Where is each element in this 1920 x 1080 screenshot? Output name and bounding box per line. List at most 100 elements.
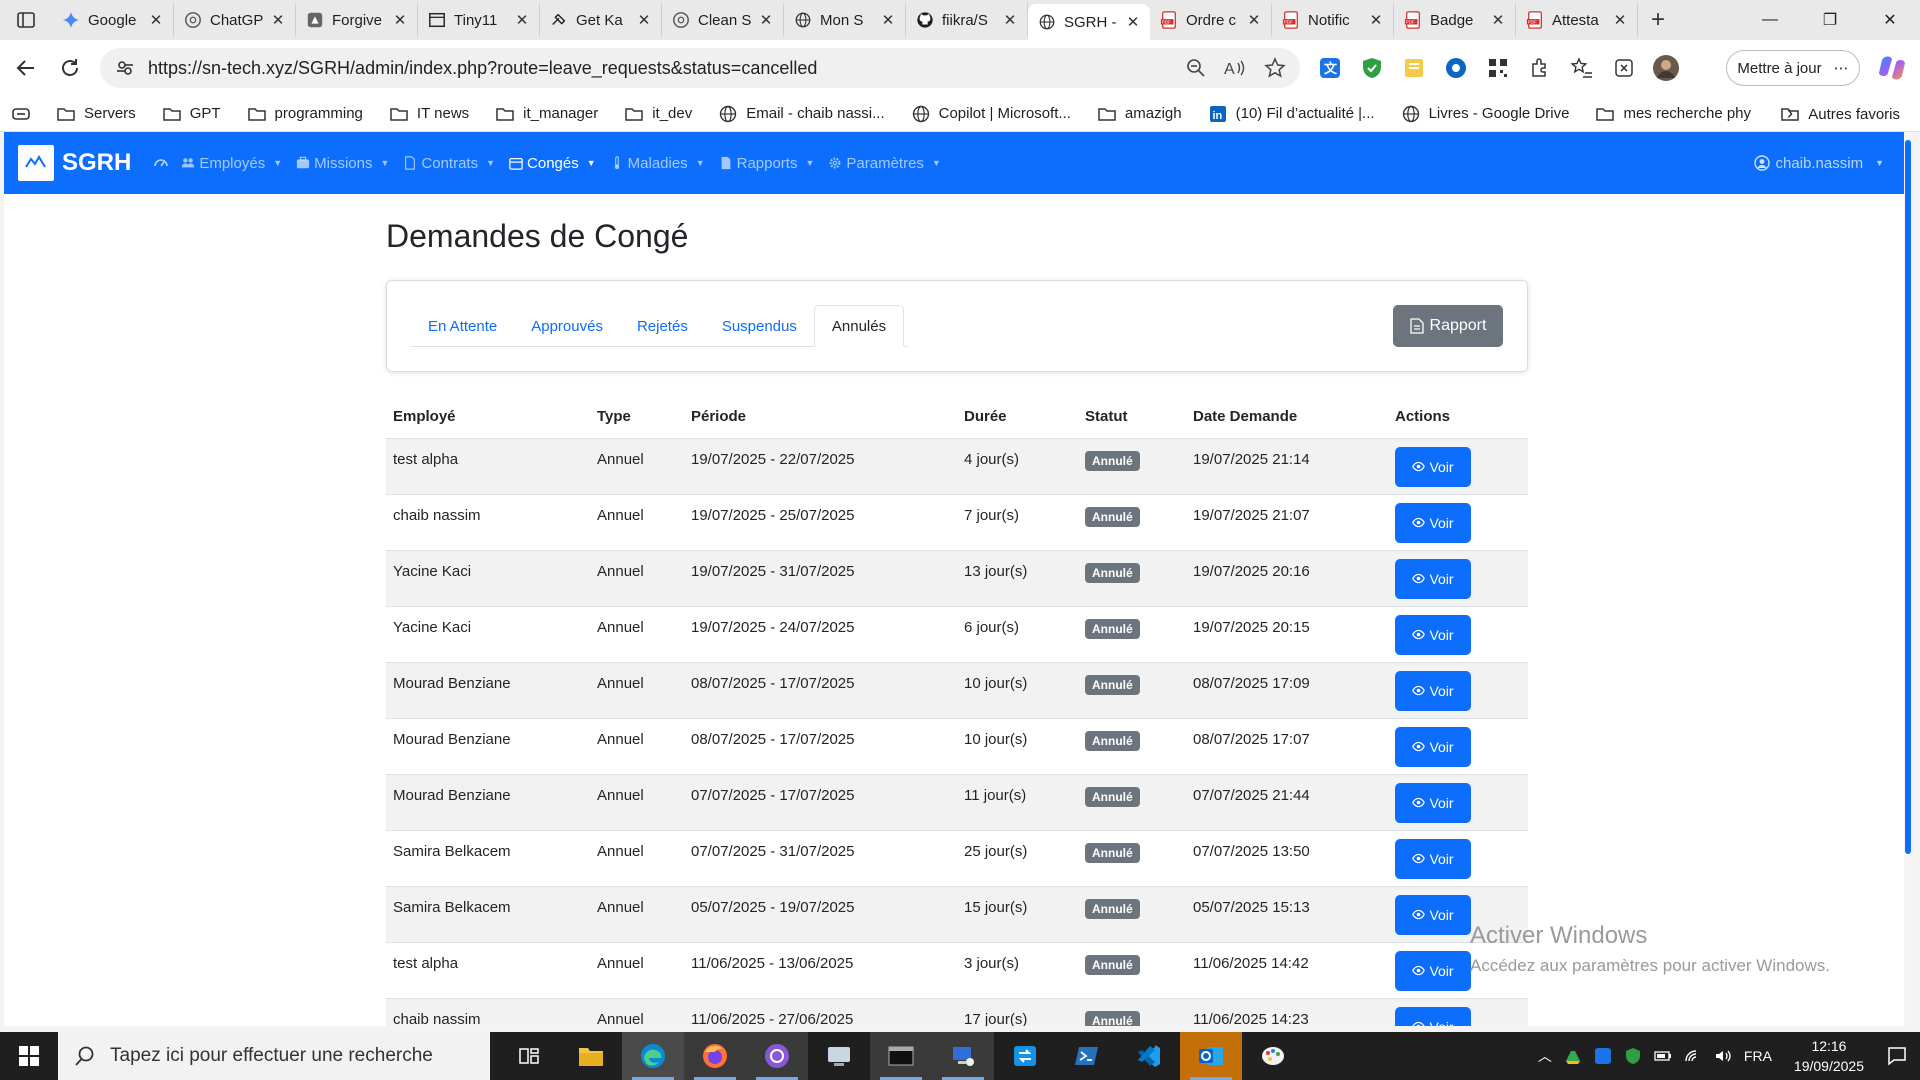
close-tab-icon[interactable]: ✕	[1369, 11, 1383, 29]
wifi-icon[interactable]	[1684, 1047, 1702, 1065]
close-tab-icon[interactable]: ✕	[149, 11, 163, 29]
status-tab[interactable]: Rejetés	[620, 305, 705, 347]
minimize-button[interactable]: —	[1740, 0, 1800, 40]
close-tab-icon[interactable]: ✕	[759, 11, 773, 29]
update-browser-button[interactable]: Mettre à jour ⋯	[1726, 50, 1860, 86]
restore-button[interactable]: ❐	[1800, 0, 1860, 40]
close-tab-icon[interactable]: ✕	[1613, 11, 1627, 29]
read-aloud-icon[interactable]: A	[1224, 58, 1246, 78]
close-tab-icon[interactable]: ✕	[637, 11, 651, 29]
powershell-button[interactable]	[1056, 1032, 1118, 1080]
view-button[interactable]: Voir	[1395, 502, 1471, 543]
collections-button[interactable]	[1610, 54, 1638, 82]
vm-button[interactable]	[808, 1032, 870, 1080]
status-tab[interactable]: Annulés	[813, 305, 905, 347]
close-tab-icon[interactable]: ✕	[881, 11, 895, 29]
sync-button[interactable]	[994, 1032, 1056, 1080]
browser-tab[interactable]: Clean S ✕	[662, 3, 784, 37]
outlook-button[interactable]	[1180, 1032, 1242, 1080]
bookmark-item[interactable]: it_dev	[624, 104, 692, 124]
profile-avatar[interactable]	[1652, 54, 1680, 82]
bookmark-item[interactable]: amazigh	[1097, 104, 1182, 124]
close-tab-icon[interactable]: ✕	[1003, 11, 1017, 29]
view-button[interactable]: Voir	[1395, 726, 1471, 767]
bookmark-item[interactable]: Livres - Google Drive	[1401, 104, 1569, 124]
status-tab[interactable]: Suspendus	[705, 305, 814, 347]
favorite-star-icon[interactable]	[1264, 57, 1286, 79]
view-button[interactable]: Voir	[1395, 782, 1471, 823]
menu-item[interactable]: Contrats ▼	[403, 155, 495, 172]
menu-item[interactable]: Paramètres ▼	[828, 155, 941, 172]
close-tab-icon[interactable]: ✕	[1247, 11, 1261, 29]
menu-item[interactable]: Congés ▼	[509, 155, 596, 172]
bookmark-item[interactable]: IT news	[389, 104, 469, 124]
bookmark-item[interactable]: GPT	[162, 104, 221, 124]
bookmark-item[interactable]: it_manager	[495, 104, 598, 124]
browser-tab[interactable]: PDF Ordre c ✕	[1150, 3, 1272, 37]
back-button[interactable]	[4, 46, 48, 90]
extension-shield[interactable]	[1358, 54, 1386, 82]
volume-icon[interactable]	[1714, 1047, 1732, 1065]
user-menu[interactable]: chaib.nassim ▼	[1753, 132, 1884, 194]
close-tab-icon[interactable]: ✕	[515, 11, 529, 29]
other-favorites[interactable]: Autres favoris	[1780, 96, 1900, 132]
page-scrollbar[interactable]	[1904, 132, 1912, 1026]
new-tab-button[interactable]: +	[1638, 0, 1678, 40]
bookmark-item[interactable]: in (10) Fil d’actualité |...	[1208, 104, 1375, 124]
bookmark-item[interactable]: mes recherche phy	[1595, 104, 1751, 124]
tab-actions-button[interactable]	[0, 0, 52, 40]
status-tab[interactable]: En Attente	[411, 305, 514, 347]
close-tab-icon[interactable]: ✕	[393, 11, 407, 29]
shield-tray-icon[interactable]	[1624, 1047, 1642, 1065]
start-button[interactable]	[0, 1032, 58, 1080]
scrollbar-thumb[interactable]	[1905, 140, 1911, 854]
view-button[interactable]: Voir	[1395, 558, 1471, 599]
menu-item[interactable]: Rapports ▼	[719, 155, 814, 172]
report-button[interactable]: Rapport	[1393, 305, 1503, 347]
browser-tab[interactable]: PDF Attesta ✕	[1516, 3, 1638, 37]
view-button[interactable]: Voir	[1395, 670, 1471, 711]
view-button[interactable]: Voir	[1395, 838, 1471, 879]
notification-center-icon[interactable]	[1886, 1045, 1908, 1067]
show-hidden-icons-chevron-icon[interactable]: ︿	[1538, 1046, 1552, 1066]
file-explorer-button[interactable]	[560, 1032, 622, 1080]
bookmark-item[interactable]: Servers	[56, 104, 136, 124]
translate-tray-icon[interactable]	[1594, 1047, 1612, 1065]
menu-item[interactable]: Missions ▼	[296, 155, 389, 172]
firefox-button[interactable]	[684, 1032, 746, 1080]
address-bar[interactable]: https://sn-tech.xyz/SGRH/admin/index.php…	[100, 48, 1300, 88]
terminal-button[interactable]	[870, 1032, 932, 1080]
browser-tab[interactable]: Forgive ✕	[296, 3, 418, 37]
favorites-button[interactable]	[1568, 54, 1596, 82]
menu-item[interactable]: Employés ▼	[181, 155, 282, 172]
drive-sync-icon[interactable]	[1564, 1047, 1582, 1065]
close-tab-icon[interactable]: ✕	[1491, 11, 1505, 29]
browser-tab[interactable]: SGRH - ✕	[1028, 4, 1150, 40]
browser-tab[interactable]: ChatGPT ✕	[174, 3, 296, 37]
input-language[interactable]: FRA	[1744, 1048, 1772, 1064]
view-button[interactable]: Voir	[1395, 614, 1471, 655]
extension-translate[interactable]: 文	[1316, 54, 1344, 82]
task-view-button[interactable]	[498, 1032, 560, 1080]
browser-tab[interactable]: Mon S ✕	[784, 3, 906, 37]
extension-notes[interactable]	[1400, 54, 1428, 82]
menu-item[interactable]: Maladies ▼	[610, 155, 705, 172]
extensions-button[interactable]	[1526, 54, 1554, 82]
site-info-icon[interactable]	[114, 57, 136, 79]
reload-button[interactable]	[48, 46, 92, 90]
taskbar-search[interactable]: Tapez ici pour effectuer une recherche	[58, 1032, 490, 1080]
bookmark-item[interactable]: programming	[247, 104, 363, 124]
reading-list-icon[interactable]	[10, 103, 32, 125]
more-options-icon[interactable]: ⋯	[1834, 59, 1849, 77]
brand-logo[interactable]	[18, 145, 54, 181]
vscode-button[interactable]	[1118, 1032, 1180, 1080]
status-tab[interactable]: Approuvés	[514, 305, 620, 347]
view-button[interactable]: Voir	[1395, 1006, 1471, 1026]
view-button[interactable]: Voir	[1395, 446, 1471, 487]
remote-desktop-button[interactable]	[932, 1032, 994, 1080]
battery-icon[interactable]	[1654, 1047, 1672, 1065]
url-text[interactable]: https://sn-tech.xyz/SGRH/admin/index.php…	[148, 58, 1186, 79]
zoom-icon[interactable]	[1186, 58, 1206, 78]
browser-tab[interactable]: Tiny11 ✕	[418, 3, 540, 37]
view-button[interactable]: Voir	[1395, 894, 1471, 935]
